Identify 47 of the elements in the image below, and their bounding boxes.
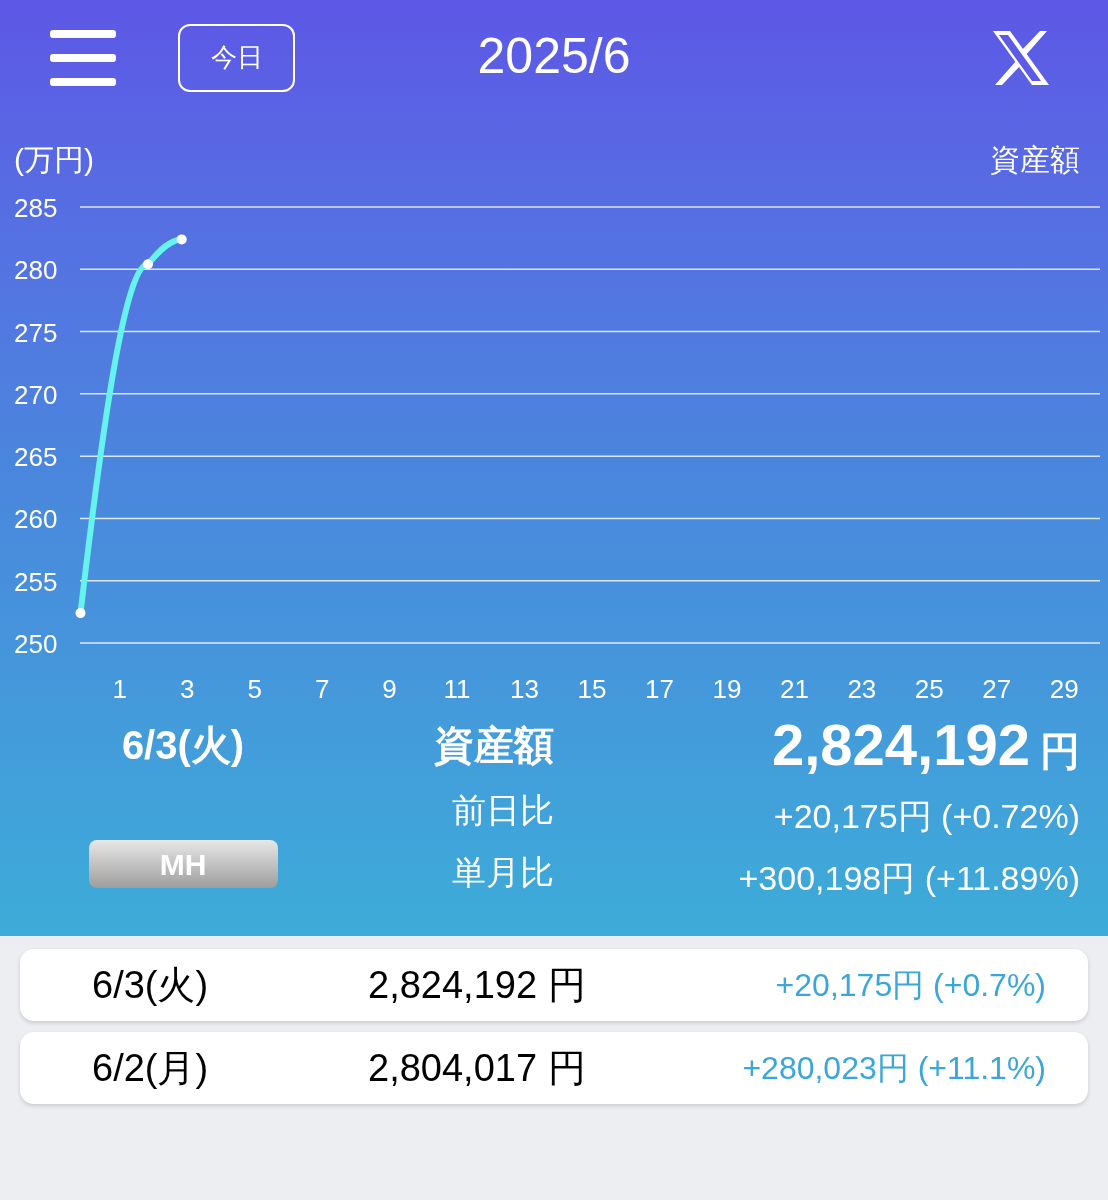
x-axis-label: 9: [382, 674, 397, 704]
menu-icon[interactable]: [50, 29, 116, 86]
y-axis-label: 280: [14, 255, 58, 286]
x-axis-label: 21: [779, 674, 809, 704]
month-title: 2025/6: [477, 27, 631, 86]
asset-amount: 2,824,192: [771, 711, 1030, 779]
x-axis-label: 1: [112, 674, 127, 704]
y-axis-label: 265: [14, 442, 58, 473]
y-axis-label: 260: [14, 504, 58, 535]
currency-label: 円: [1040, 728, 1080, 775]
x-axis-label: 29: [1049, 674, 1079, 704]
y-axis-label: 275: [14, 317, 58, 348]
x-axis-label: 15: [577, 674, 607, 704]
x-icon[interactable]: [992, 30, 1050, 85]
x-axis-label: 3: [179, 674, 195, 704]
history-row[interactable]: 6/3(火) 2,824,192 円 +20,175円 (+0.7%): [20, 949, 1088, 1021]
history-row[interactable]: 6/2(月) 2,804,017 円 +280,023円 (+11.1%): [20, 1032, 1088, 1104]
x-axis-label: 5: [247, 674, 262, 704]
comparison-label: 前日比: [452, 790, 554, 831]
today-button[interactable]: 今日: [178, 23, 295, 92]
y-axis-label: 270: [14, 379, 58, 410]
x-axis-label: 11: [443, 674, 471, 704]
row-date: 6/3(火): [91, 962, 210, 1008]
x-axis-label: 25: [914, 674, 944, 704]
data-point: [75, 608, 86, 619]
axis-unit-label: (万円): [14, 143, 94, 176]
comparison-value: +300,198円 (+11.89%): [738, 858, 1080, 899]
row-amount: 2,824,192 円: [368, 962, 586, 1008]
legend-label: 資産額: [990, 143, 1080, 176]
x-axis-label: 23: [847, 674, 877, 704]
y-axis-label: 250: [14, 629, 58, 659]
comparison-label: 単月比: [452, 852, 554, 893]
row-date: 6/2(月): [91, 1045, 210, 1091]
x-axis-label: 19: [712, 674, 742, 704]
comparison-value: +20,175円 (+0.72%): [773, 796, 1080, 837]
asset-label: 資産額: [434, 722, 554, 769]
y-axis-label: 285: [14, 193, 58, 223]
selected-date: 6/3(火): [121, 722, 245, 769]
x-axis-label: 7: [314, 674, 330, 704]
row-change: +20,175円 (+0.7%): [775, 966, 1046, 1005]
x-axis-label: 13: [510, 674, 539, 704]
x-axis-label: 27: [982, 674, 1012, 704]
data-point: [176, 234, 187, 245]
y-axis-label: 255: [14, 566, 58, 597]
x-axis-label: 17: [645, 674, 674, 704]
row-amount: 2,804,017 円: [368, 1045, 586, 1091]
row-change: +280,023円 (+11.1%): [742, 1049, 1046, 1088]
